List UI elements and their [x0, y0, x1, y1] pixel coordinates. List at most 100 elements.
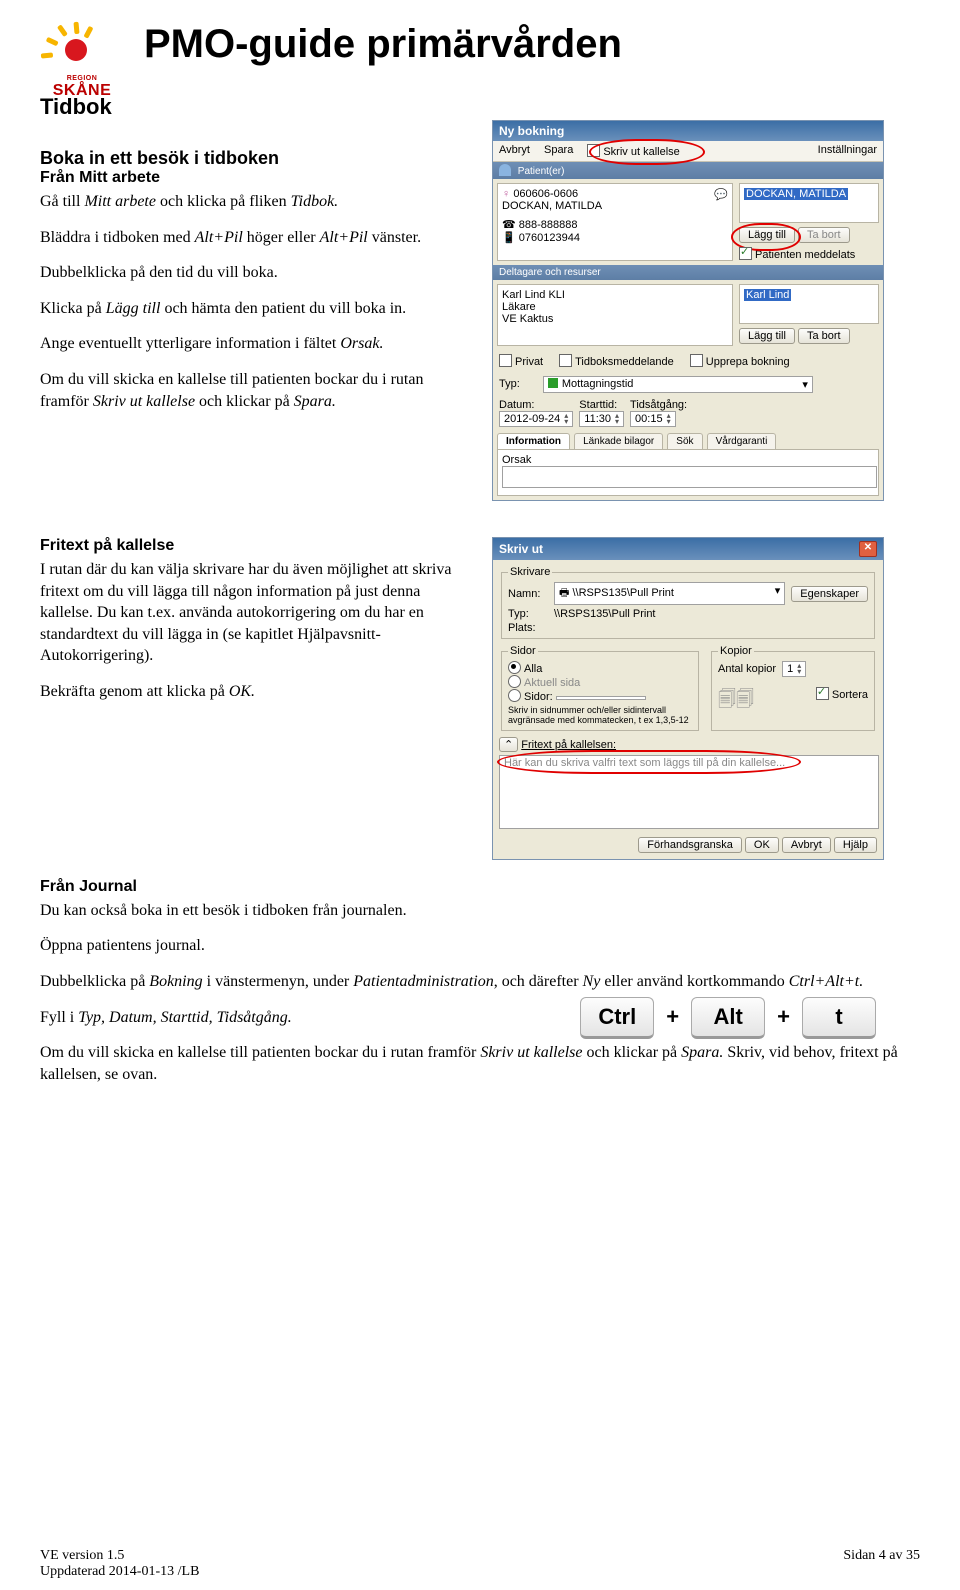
mobile-icon: 📱: [502, 232, 516, 244]
close-icon[interactable]: ✕: [859, 541, 877, 557]
typ-select[interactable]: Mottagningstid▾: [543, 376, 813, 393]
screenshot-ny-bokning: Ny bokning Avbryt Spara Skriv ut kallels…: [492, 120, 884, 501]
page-footer: VE version 1.5 Uppdaterad 2014-01-13 /LB…: [40, 1548, 920, 1580]
spinner-icon[interactable]: ▴▾: [564, 413, 568, 425]
antal-input[interactable]: 1▴▾: [782, 661, 806, 677]
chevron-down-icon: ▾: [802, 378, 808, 391]
page-title: PMO-guide primärvården: [144, 22, 622, 67]
ss1-title: Ny bokning: [499, 124, 564, 138]
section2-heading: Fritext på kallelse: [40, 537, 470, 555]
datum-input[interactable]: 2012-09-24▴▾: [499, 411, 573, 427]
tidsatgang-input[interactable]: 00:15▴▾: [630, 411, 676, 427]
tab-lankade[interactable]: Länkade bilagor: [574, 433, 663, 449]
section3-p2: Öppna patientens journal.: [40, 935, 920, 957]
section3-heading: Från Journal: [40, 878, 920, 896]
section1-sub1: Från Mitt arbete: [40, 169, 470, 187]
key-alt: Alt: [691, 997, 765, 1039]
checkbox-icon[interactable]: [587, 144, 600, 157]
chk-tidboksmed[interactable]: Tidboksmeddelande: [559, 354, 674, 368]
person-icon: [499, 164, 511, 176]
forhandsgranska-button[interactable]: Förhandsgranska: [638, 837, 742, 853]
datum-label: Datum:: [499, 399, 573, 411]
section2-p1: I rutan där du kan välja skrivare har du…: [40, 559, 470, 667]
lagg-till-button[interactable]: Lägg till: [739, 227, 795, 243]
printer-select[interactable]: 🖶 \\RSPS135\Pull Print▾: [554, 582, 785, 605]
section1-p3: Dubbelklicka på den tid du vill boka.: [40, 262, 470, 284]
tab-vardgaranti[interactable]: Vårdgaranti: [707, 433, 777, 449]
checkbox-icon[interactable]: [739, 247, 752, 260]
chevron-down-icon: ▾: [775, 584, 781, 597]
ss1-meddelats[interactable]: Patienten meddelats: [739, 247, 879, 261]
key-ctrl: Ctrl: [580, 997, 654, 1039]
section1-p6: Om du vill skicka en kallelse till patie…: [40, 369, 470, 412]
tab-information[interactable]: Information: [497, 433, 570, 449]
ta-bort-button-2[interactable]: Ta bort: [798, 328, 850, 344]
ss1-titlebar: Ny bokning: [493, 121, 883, 141]
speech-icon: 💬: [714, 188, 728, 201]
section1-p1: Gå till Mitt arbete och klicka på fliken…: [40, 191, 470, 213]
section1-p2: Bläddra i tidboken med Alt+Pil höger ell…: [40, 227, 470, 249]
phone-icon: ☎: [502, 219, 516, 231]
radio-sidor[interactable]: Sidor:: [508, 689, 692, 703]
avbryt-button[interactable]: Avbryt: [782, 837, 831, 853]
skrivare-legend: Skrivare: [508, 566, 552, 578]
ss1-menu-avbryt[interactable]: Avbryt: [499, 144, 530, 158]
section3-p3: Dubbelklicka på Bokning i vänstermenyn, …: [40, 971, 920, 993]
typ-label2: Typ:: [508, 608, 548, 620]
section1-p4: Klicka på Lägg till och hämta den patien…: [40, 298, 470, 320]
ss1-selected-resource[interactable]: Karl Lind: [739, 284, 879, 324]
section3-p1: Du kan också boka in ett besök i tidboke…: [40, 900, 920, 922]
logo: REGION SKÅNE: [40, 20, 124, 100]
ss1-menu-skrivut[interactable]: Skriv ut kallelse: [587, 144, 679, 158]
sidor-legend: Sidor: [508, 645, 538, 657]
starttid-label: Starttid:: [579, 399, 624, 411]
female-icon: ♀: [502, 188, 510, 200]
chk-upprepa[interactable]: Upprepa bokning: [690, 354, 790, 368]
antal-label: Antal kopior: [718, 663, 776, 675]
printer-icon: 🖶: [559, 587, 569, 599]
expand-button[interactable]: ⌃: [499, 737, 518, 752]
sun-icon: [40, 20, 100, 70]
radio-alla[interactable]: Alla: [508, 661, 692, 675]
key-t: t: [802, 997, 876, 1039]
section3-p5: Om du vill skicka en kallelse till patie…: [40, 1042, 920, 1085]
fritext-expander[interactable]: Fritext på kallelsen:: [521, 739, 616, 751]
sidor-input[interactable]: [556, 696, 646, 700]
spinner-icon[interactable]: ▴▾: [615, 413, 619, 425]
ta-bort-button[interactable]: Ta bort: [798, 227, 850, 243]
page-subtitle: Tidbok: [40, 94, 920, 120]
chk-privat[interactable]: Privat: [499, 354, 543, 368]
ss2-title: Skriv ut: [499, 542, 543, 556]
footer-updated: Uppdaterad 2014-01-13 /LB: [40, 1564, 199, 1580]
fritext-textarea[interactable]: Här kan du skriva valfri text som läggs …: [499, 755, 879, 829]
lagg-till-button-2[interactable]: Lägg till: [739, 328, 795, 344]
ok-button[interactable]: OK: [745, 837, 779, 853]
kopior-legend: Kopior: [718, 645, 754, 657]
tab-sok[interactable]: Sök: [667, 433, 702, 449]
collate-icon: 🗐🗐: [718, 687, 754, 717]
egenskaper-button[interactable]: Egenskaper: [791, 586, 868, 602]
footer-version: VE version 1.5: [40, 1548, 199, 1564]
ss1-resource-list[interactable]: Karl Lind KLI Läkare VE Kaktus: [497, 284, 733, 346]
ss1-patienter-label: Patient(er): [493, 162, 883, 179]
section1-heading: Boka in ett besök i tidboken: [40, 148, 470, 169]
spinner-icon[interactable]: ▴▾: [667, 413, 671, 425]
typ-value2: \\RSPS135\Pull Print: [554, 608, 656, 620]
ss1-menu: Avbryt Spara Skriv ut kallelse Inställni…: [493, 141, 883, 162]
ss1-patient-list[interactable]: ♀ 060606-0606 💬 DOCKAN, MATILDA ☎ 888-88…: [497, 183, 733, 261]
starttid-input[interactable]: 11:30▴▾: [579, 411, 624, 427]
ss1-menu-install[interactable]: Inställningar: [818, 144, 877, 158]
plats-label: Plats:: [508, 622, 548, 634]
radio-aktuell[interactable]: Aktuell sida: [508, 675, 692, 689]
orsak-input[interactable]: [502, 466, 877, 488]
sidor-help: Skriv in sidnummer och/eller sidinterval…: [508, 706, 692, 726]
section2-p2: Bekräfta genom att klicka på OK.: [40, 681, 470, 703]
screenshot-skriv-ut: Skriv ut ✕ Skrivare Namn: 🖶 \\RSPS135\Pu…: [492, 537, 884, 860]
ss1-menu-spara[interactable]: Spara: [544, 144, 573, 158]
namn-label: Namn:: [508, 588, 548, 600]
keyboard-shortcut: Ctrl + Alt + t: [576, 997, 880, 1039]
hjalp-button[interactable]: Hjälp: [834, 837, 877, 853]
ss1-selected-patient[interactable]: DOCKAN, MATILDA: [739, 183, 879, 223]
section1-p5: Ange eventuellt ytterligare information …: [40, 333, 470, 355]
chk-sortera[interactable]: Sortera: [816, 687, 868, 717]
